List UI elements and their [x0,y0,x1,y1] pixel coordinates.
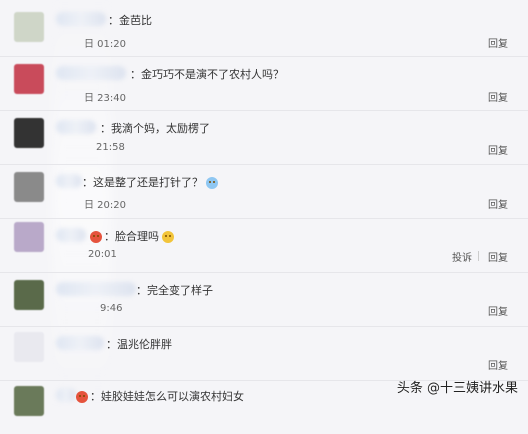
avatar [14,280,44,310]
avatar [14,172,44,202]
comment-time: 20:01 [88,249,117,260]
watermark: 头条 @十三姨讲水果 [396,381,518,396]
comment-text: ：脸合理吗 [90,228,174,244]
username-blurred [56,66,126,80]
comment-text: ：金芭比 [108,14,152,27]
comment-text-content: ：娃胶娃娃怎么可以演农村妇女 [90,390,244,403]
reply-button[interactable]: 回复 [488,196,508,211]
report-button[interactable]: 投诉 [452,249,472,264]
reply-button[interactable]: 回复 [488,303,508,318]
comment-text-content: ：这是整了还是打针了？ [82,176,203,189]
comment-item: ：温兆伦胖胖 回复 [0,326,528,381]
reply-button[interactable]: 回复 [488,142,508,157]
emoji-icon [76,391,88,403]
comment-time: 日 23:40 [84,93,126,104]
divider [478,251,479,261]
username-blurred [56,336,104,350]
comment-item: ：完全变了样子 9:46 回复 [0,272,528,327]
comment-item: ：金巧巧不是演不了农村人吗？ 日 23:40 回复 [0,56,528,111]
avatar [14,118,44,148]
comment-item: ：金芭比 日 01:20 回复 [0,2,528,57]
reply-button[interactable]: 回复 [488,35,508,50]
comment-text: ：完全变了样子 [136,284,213,297]
comment-text: ：我滴个妈，太励楞了 [100,122,210,135]
username-blurred [56,120,96,134]
comment-time: 21:58 [96,142,125,153]
reply-button[interactable]: 回复 [488,89,508,104]
comment-item: ：我滴个妈，太励楞了 21:58 回复 [0,110,528,165]
comment-text-content: ：脸合理吗 [104,230,159,243]
username-blurred [56,282,136,296]
avatar [14,386,44,416]
emoji-icon [206,177,218,189]
reply-button[interactable]: 回复 [488,249,508,264]
comment-time: 日 20:20 [84,200,126,211]
avatar [14,332,44,362]
comment-item: ：这是整了还是打针了？ 日 20:20 回复 [0,164,528,219]
username-blurred [56,388,76,402]
comment-item: ：脸合理吗 20:01 投诉 回复 [0,218,528,273]
comment-text: ：金巧巧不是演不了农村人吗？ [130,68,284,81]
username-blurred [56,12,106,26]
username-blurred [56,228,86,242]
comment-time: 9:46 [100,303,123,314]
username-blurred [56,174,82,188]
comment-text: ：这是整了还是打针了？ [82,174,218,190]
emoji-icon [90,231,102,243]
reply-button[interactable]: 回复 [488,357,508,372]
comment-time: 日 01:20 [84,39,126,50]
comment-text: ：温兆伦胖胖 [106,338,172,351]
avatar [14,64,44,94]
emoji-icon [162,231,174,243]
avatar [14,12,44,42]
avatar [14,222,44,252]
